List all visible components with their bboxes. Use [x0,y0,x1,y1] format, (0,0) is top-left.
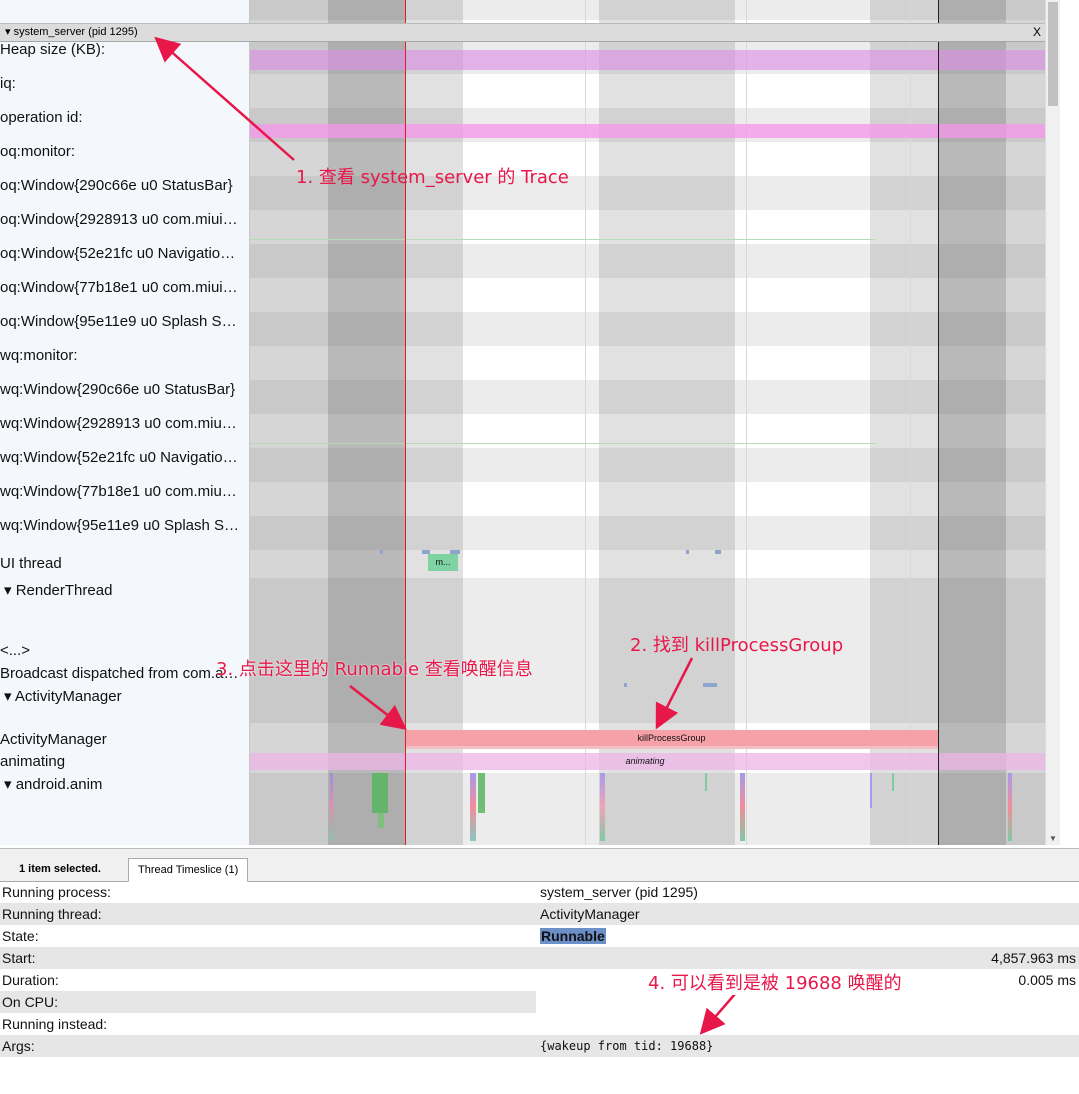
track-activity-manager-group[interactable]: ▾ ActivityManager [4,688,249,706]
args-value: {wakeup from tid: 19688} [540,1039,714,1053]
annotation-3: 3. 点击这里的 Runnable 查看唤醒信息 [216,659,533,680]
start-value[interactable]: 4,857.963 ms [991,947,1076,969]
track-oq-window-4[interactable]: oq:Window{77b18e1 u0 com.miui.home} [0,279,240,297]
row-on-cpu: On CPU: [0,991,1079,1013]
running-process-link[interactable]: system_server (pid 1295) [540,881,698,903]
track-activity-manager[interactable]: ActivityManager [0,731,245,749]
annotation-4: 4. 可以看到是被 19688 唤醒的 [648,969,902,995]
track-render-thread[interactable]: ▾ RenderThread [4,582,249,600]
timeline-canvas[interactable]: m... killProcessGroup animating [250,0,1045,845]
state-label: State: [2,928,39,944]
args-label: Args: [2,1038,35,1054]
track-animating[interactable]: animating [0,753,245,771]
tab-selection-count[interactable]: 1 item selected. [10,858,110,880]
track-iq[interactable]: iq: [0,75,245,93]
track-wq-window-3[interactable]: wq:Window{52e21fc u0 NavigationBar} [0,449,243,467]
heap-size-bar [250,50,1045,70]
track-wq-window-1[interactable]: wq:Window{290c66e u0 StatusBar} [0,381,240,399]
scroll-down-arrow-icon[interactable]: ▼ [1049,834,1057,843]
track-oq-window-2[interactable]: oq:Window{2928913 u0 com.miui.home} [0,211,240,229]
ui-thread-slice[interactable]: m... [428,554,458,571]
operation-id-bar [250,124,1045,138]
process-header-title[interactable]: ▾ system_server (pid 1295) [5,24,138,40]
duration-value: 0.005 ms [1018,972,1076,988]
track-oq-window-5[interactable]: oq:Window{95e11e9 u0 Splash Screen} [0,313,243,331]
running-instead-label: Running instead: [2,1016,108,1032]
annotation-2: 2. 找到 killProcessGroup [630,635,844,656]
details-panel: 1 item selected. Thread Timeslice (1) Ru… [0,848,1079,1094]
row-running-process: Running process: system_server (pid 1295… [0,881,1079,903]
running-thread-link[interactable]: ActivityManager [540,903,640,925]
row-running-thread: Running thread: ActivityManager [0,903,1079,925]
kill-process-group-slice[interactable]: killProcessGroup [405,730,938,746]
running-process-label: Running process: [2,884,111,900]
track-unknown[interactable]: <...> [0,642,245,660]
process-header[interactable]: ▾ system_server (pid 1295) X [0,23,1045,42]
track-oq-monitor[interactable]: oq:monitor: [0,143,245,161]
time-cursor-red [405,0,406,845]
track-wq-window-5[interactable]: wq:Window{95e11e9 u0 Splash Screen} [0,517,243,535]
row-duration: Duration: 0.005 ms [0,969,1079,991]
track-oq-window-3[interactable]: oq:Window{52e21fc u0 NavigationBar} [0,245,243,263]
track-wq-window-4[interactable]: wq:Window{77b18e1 u0 com.miui.home} [0,483,240,501]
track-broadcast[interactable]: Broadcast dispatched from com.android.se… [0,665,240,683]
annotation-1: 1. 查看 system_server 的 Trace [296,167,569,188]
row-args: Args: {wakeup from tid: 19688} [0,1035,1079,1057]
track-wq-monitor[interactable]: wq:monitor: [0,347,245,365]
close-icon[interactable]: X [1033,24,1041,40]
row-running-instead: Running instead: [0,1013,1079,1035]
tab-thread-timeslice[interactable]: Thread Timeslice (1) [128,858,249,882]
track-oq-window-1[interactable]: oq:Window{290c66e u0 StatusBar} [0,177,240,195]
details-tabbar: 1 item selected. Thread Timeslice (1) [0,849,1079,882]
track-ui-thread[interactable]: UI thread [0,555,245,573]
trace-view[interactable]: m... killProcessGroup animating Heap siz… [0,0,1079,845]
duration-label: Duration: [2,972,59,988]
start-label: Start: [2,950,36,966]
track-labels: Heap size (KB): iq: operation id: oq:mon… [0,0,250,845]
row-start: Start: 4,857.963 ms [0,947,1079,969]
scrollbar-thumb[interactable] [1048,2,1058,106]
track-heap-size[interactable]: Heap size (KB): [0,41,245,59]
vertical-scrollbar[interactable]: ▼ [1045,0,1060,845]
running-thread-label: Running thread: [2,906,102,922]
time-cursor-black [938,0,939,845]
state-runnable-badge[interactable]: Runnable [540,928,606,944]
animating-slice-label: animating [625,756,665,766]
track-wq-window-2[interactable]: wq:Window{2928913 u0 com.miui.home} [0,415,240,433]
track-android-anim[interactable]: ▾ android.anim [4,776,249,794]
on-cpu-label: On CPU: [2,994,59,1010]
row-state: State: Runnable [0,925,1079,947]
track-operation-id[interactable]: operation id: [0,109,245,127]
